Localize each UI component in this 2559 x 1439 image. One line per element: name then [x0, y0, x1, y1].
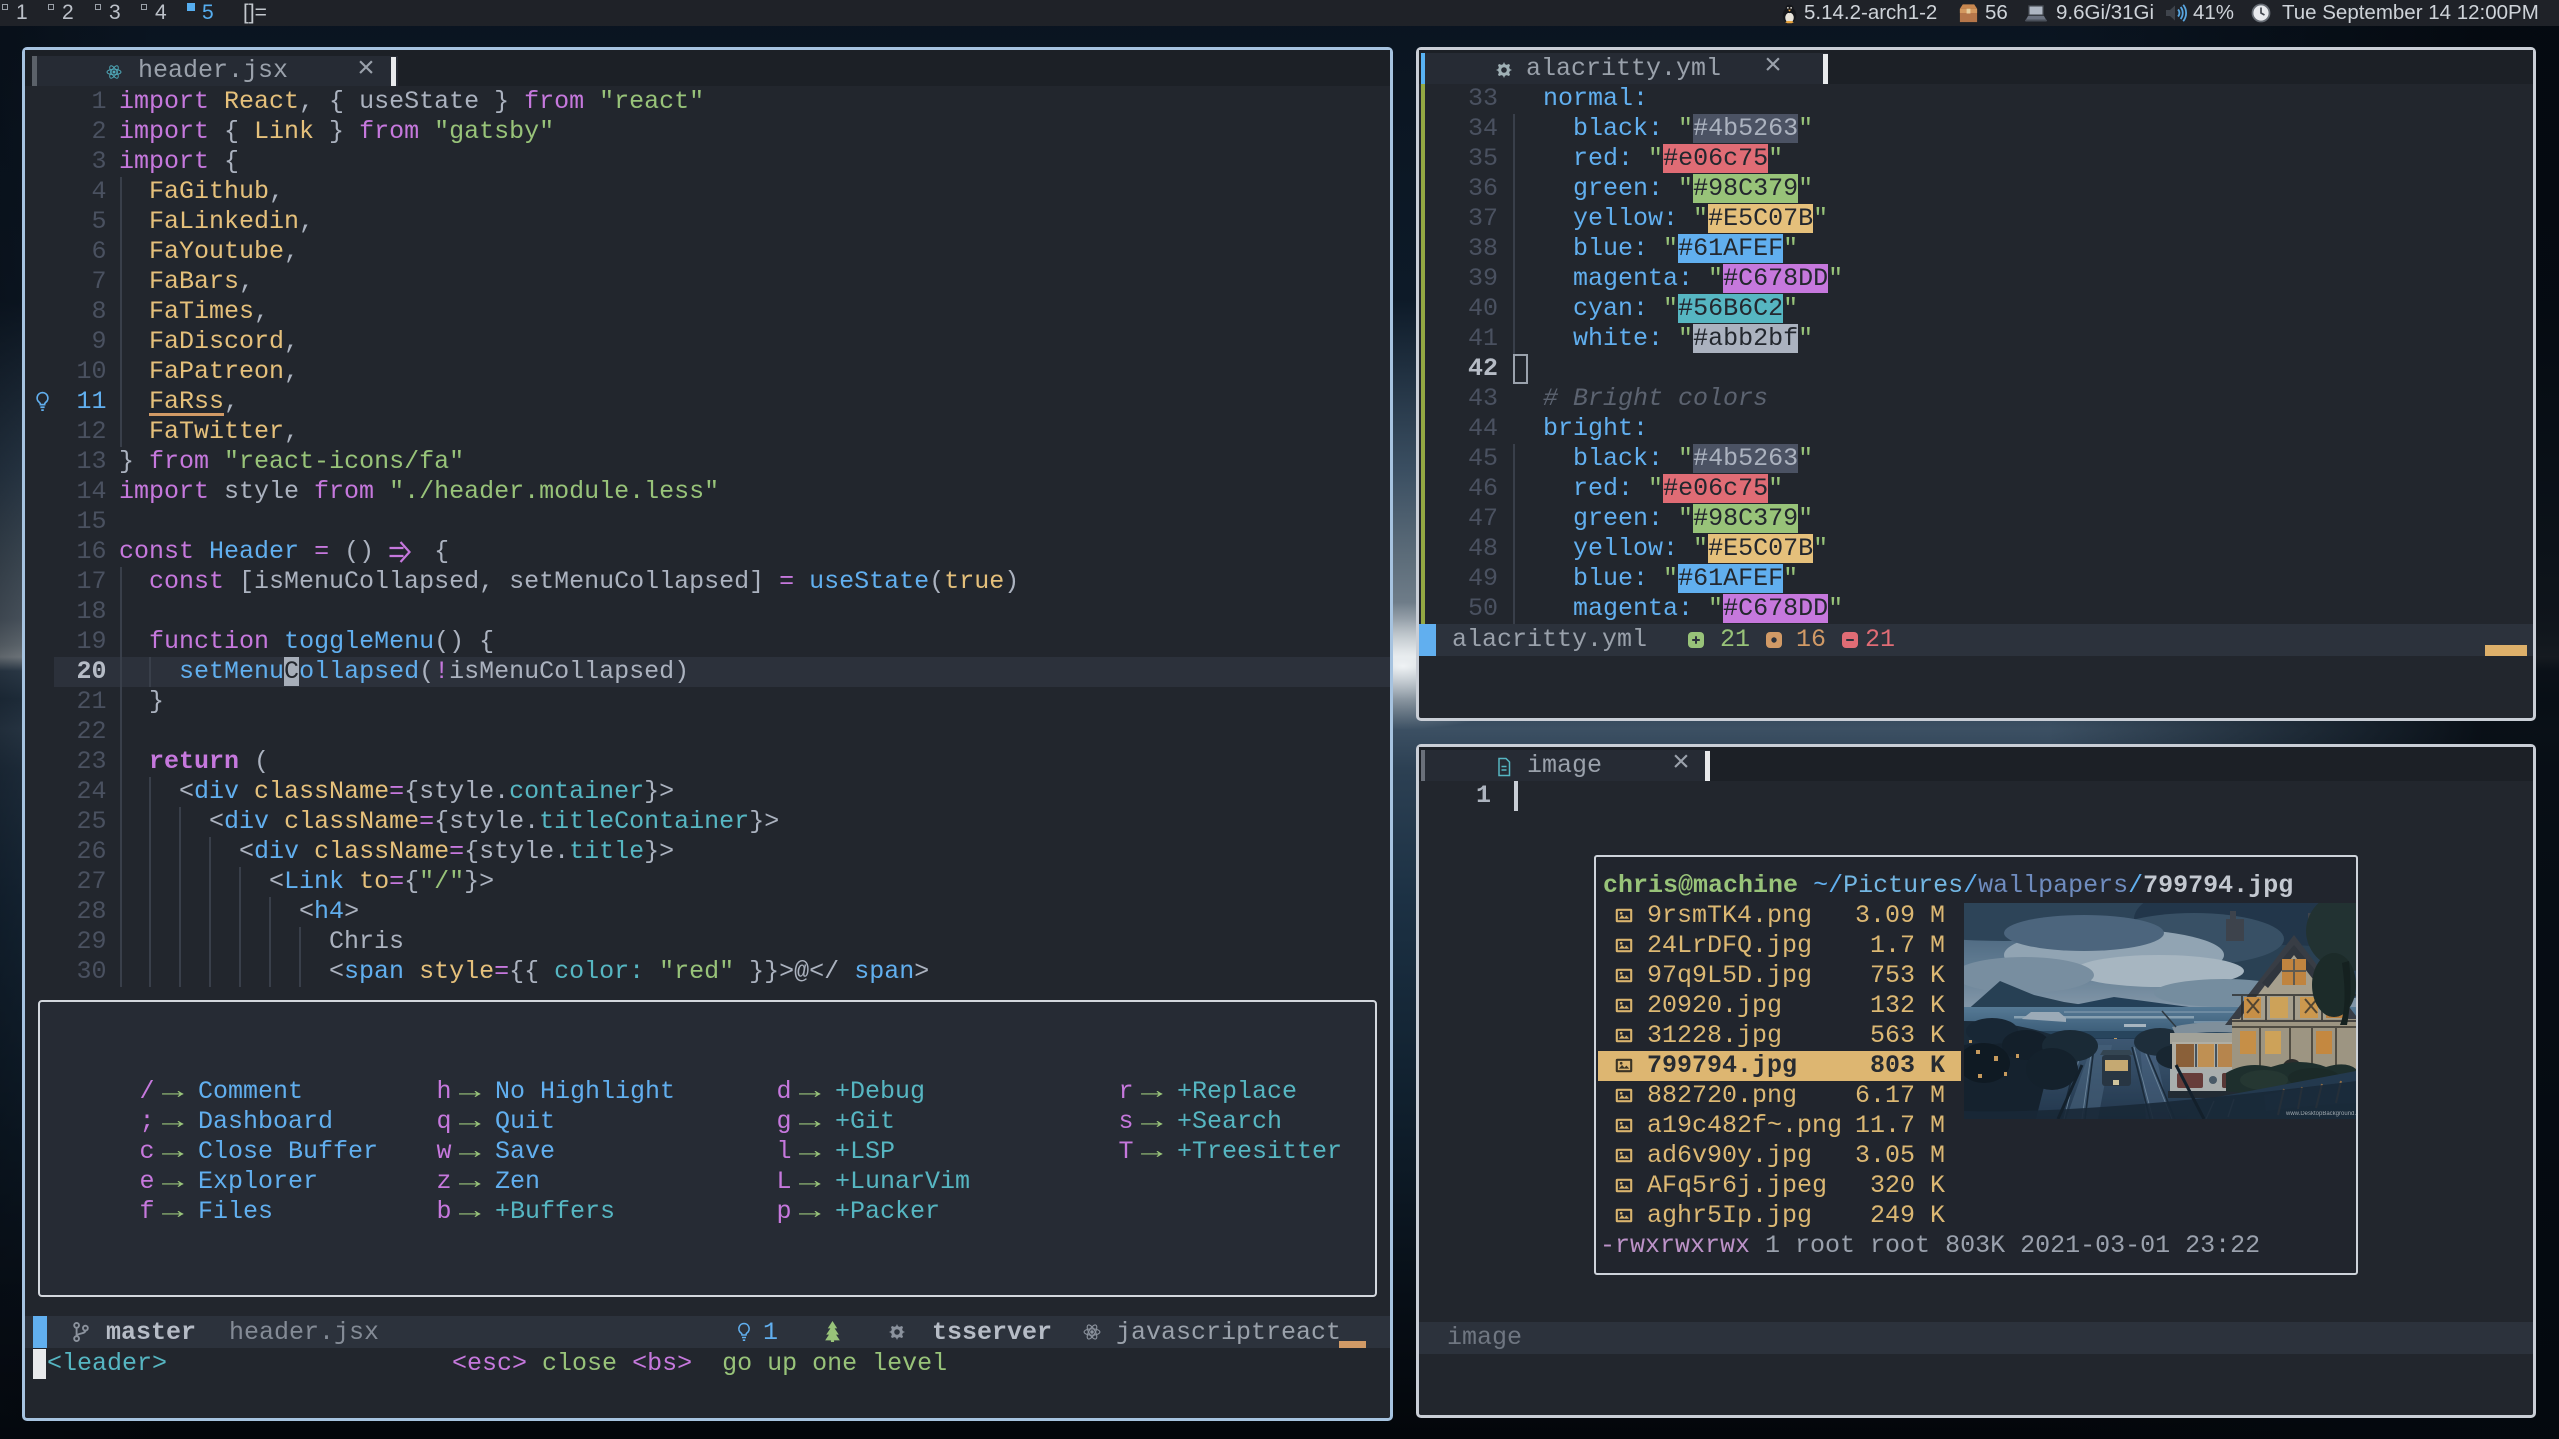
- svg-text:www.DesktopBackground.org: www.DesktopBackground.org: [2285, 1111, 2356, 1117]
